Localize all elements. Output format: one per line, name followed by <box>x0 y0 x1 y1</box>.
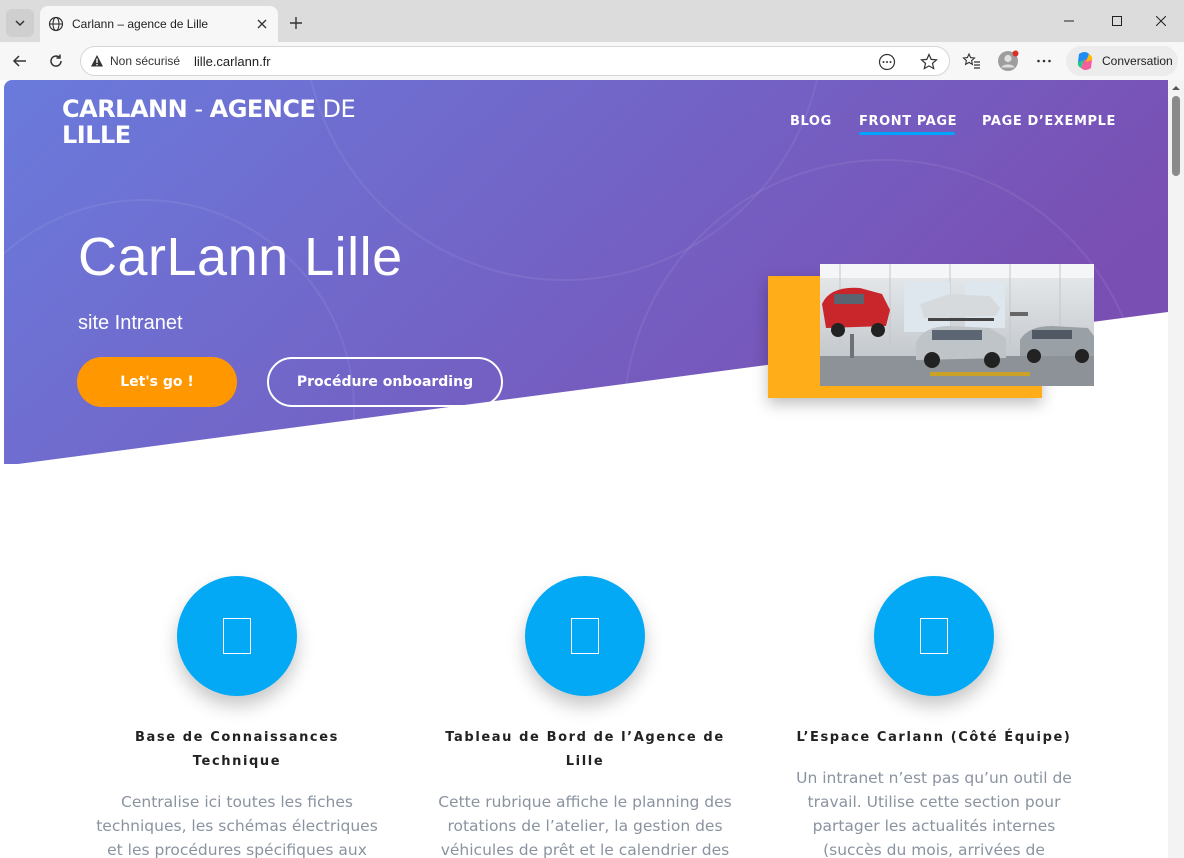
feature-title-line: L’Espace Carlann (Côté Équipe) <box>796 730 1072 745</box>
nav-item-front-page[interactable]: FRONT PAGE <box>859 114 957 129</box>
document-icon <box>223 618 251 654</box>
address-bar[interactable]: Non sécurisé lille.carlann.fr <box>80 46 950 76</box>
feature-title[interactable]: Tableau de Bord de l’Agence de Lille <box>435 726 735 774</box>
arrow-left-icon <box>12 55 26 67</box>
close-icon <box>1156 16 1166 26</box>
scroll-thumb[interactable] <box>1172 96 1180 176</box>
feature-text: Cette rubrique affiche le planning des r… <box>435 790 735 858</box>
page-scrollbar[interactable] <box>1168 80 1184 858</box>
feature-icon-circle[interactable] <box>177 576 297 696</box>
nav-active-indicator <box>859 132 955 135</box>
nav-item-page-exemple[interactable]: PAGE D’EXEMPLE <box>982 114 1116 129</box>
browser-titlebar: Carlann – agence de Lille <box>0 0 1184 42</box>
site-title-part: AGENCE <box>209 95 316 123</box>
tab-title: Carlann – agence de Lille <box>72 17 209 31</box>
feature-text-line: véhicules de prêt et le calendrier des <box>440 841 730 858</box>
feature-title[interactable]: L’Espace Carlann (Côté Équipe) <box>784 726 1084 750</box>
more-tools-icon[interactable] <box>877 52 897 72</box>
close-icon <box>257 19 267 29</box>
maximize-icon <box>1112 16 1122 26</box>
copilot-button[interactable]: Conversation <box>1066 46 1178 76</box>
copilot-icon <box>1077 52 1093 70</box>
onboarding-button[interactable]: Procédure onboarding <box>267 357 503 407</box>
nav-item-blog[interactable]: BLOG <box>790 114 832 129</box>
site-title-sep: - <box>187 95 210 123</box>
warning-icon[interactable] <box>90 54 104 68</box>
chevron-down-icon <box>15 20 25 27</box>
close-window-button[interactable] <box>1138 6 1184 36</box>
settings-more-icon[interactable] <box>1033 50 1055 72</box>
hero-title: CarLann Lille <box>78 227 403 287</box>
favorites-icon[interactable] <box>961 50 983 72</box>
garage-image <box>820 264 1094 386</box>
minimize-icon <box>1064 20 1074 22</box>
page-viewport: CARLANN - AGENCE DE LILLE BLOG FRONT PAG… <box>4 80 1168 858</box>
feature-text: Centralise ici toutes les fiches techniq… <box>87 790 387 858</box>
feature-text-line: Cette rubrique affiche le planning des <box>438 793 732 811</box>
site-title-part: CARLANN <box>62 95 188 123</box>
security-label[interactable]: Non sécurisé <box>110 54 180 68</box>
site-title-light: DE <box>315 95 356 123</box>
document-icon <box>571 618 599 654</box>
lets-go-button[interactable]: Let's go ! <box>77 357 237 407</box>
feature-text-line: travail. Utilise cette section pour <box>807 793 1061 811</box>
feature-title-line: Tableau de Bord de l’Agence de <box>445 730 725 745</box>
feature-text: Un intranet n’est pas qu’un outil de tra… <box>784 766 1084 858</box>
url-text[interactable]: lille.carlann.fr <box>194 54 271 69</box>
document-icon <box>920 618 948 654</box>
feature-title[interactable]: Base de Connaissances Technique <box>87 726 387 774</box>
feature-icon-circle[interactable] <box>874 576 994 696</box>
hero-subtitle: site Intranet <box>78 312 183 334</box>
minimize-button[interactable] <box>1046 6 1092 36</box>
feature-text-line: rotations de l’atelier, la gestion des <box>447 817 723 835</box>
reload-icon <box>50 54 62 67</box>
tab-close-button[interactable] <box>254 16 270 32</box>
globe-icon <box>48 16 64 32</box>
plus-icon <box>290 17 302 29</box>
feature-text-line: Un intranet n’est pas qu’un outil de <box>796 769 1072 787</box>
feature-title-line: Lille <box>565 754 605 769</box>
feature-title-line: Base de Connaissances <box>135 730 339 745</box>
reload-button[interactable] <box>42 47 70 75</box>
tab-list-button[interactable] <box>6 9 34 37</box>
feature-icon-circle[interactable] <box>525 576 645 696</box>
back-button[interactable] <box>6 47 34 75</box>
profile-avatar[interactable] <box>997 50 1019 72</box>
site-title[interactable]: CARLANN - AGENCE DE LILLE <box>62 96 382 148</box>
copilot-label: Conversation <box>1102 54 1173 68</box>
star-icon[interactable] <box>919 52 939 72</box>
site-title-part: LILLE <box>62 121 131 149</box>
feature-text-line: et les procédures spécifiques aux <box>107 841 367 858</box>
feature-text-line: Centralise ici toutes les fiches <box>121 793 353 811</box>
browser-tab[interactable]: Carlann – agence de Lille <box>40 6 278 42</box>
feature-text-line: (succès du mois, arrivées de <box>823 841 1045 858</box>
feature-text-line: partager les actualités internes <box>812 817 1056 835</box>
new-tab-button[interactable] <box>284 11 308 35</box>
feature-text-line: techniques, les schémas électriques <box>96 817 378 835</box>
browser-toolbar: Non sécurisé lille.carlann.fr Conversati… <box>0 42 1184 80</box>
scroll-up-arrow-icon[interactable] <box>1172 84 1180 92</box>
feature-title-line: Technique <box>192 754 282 769</box>
maximize-button[interactable] <box>1094 6 1140 36</box>
